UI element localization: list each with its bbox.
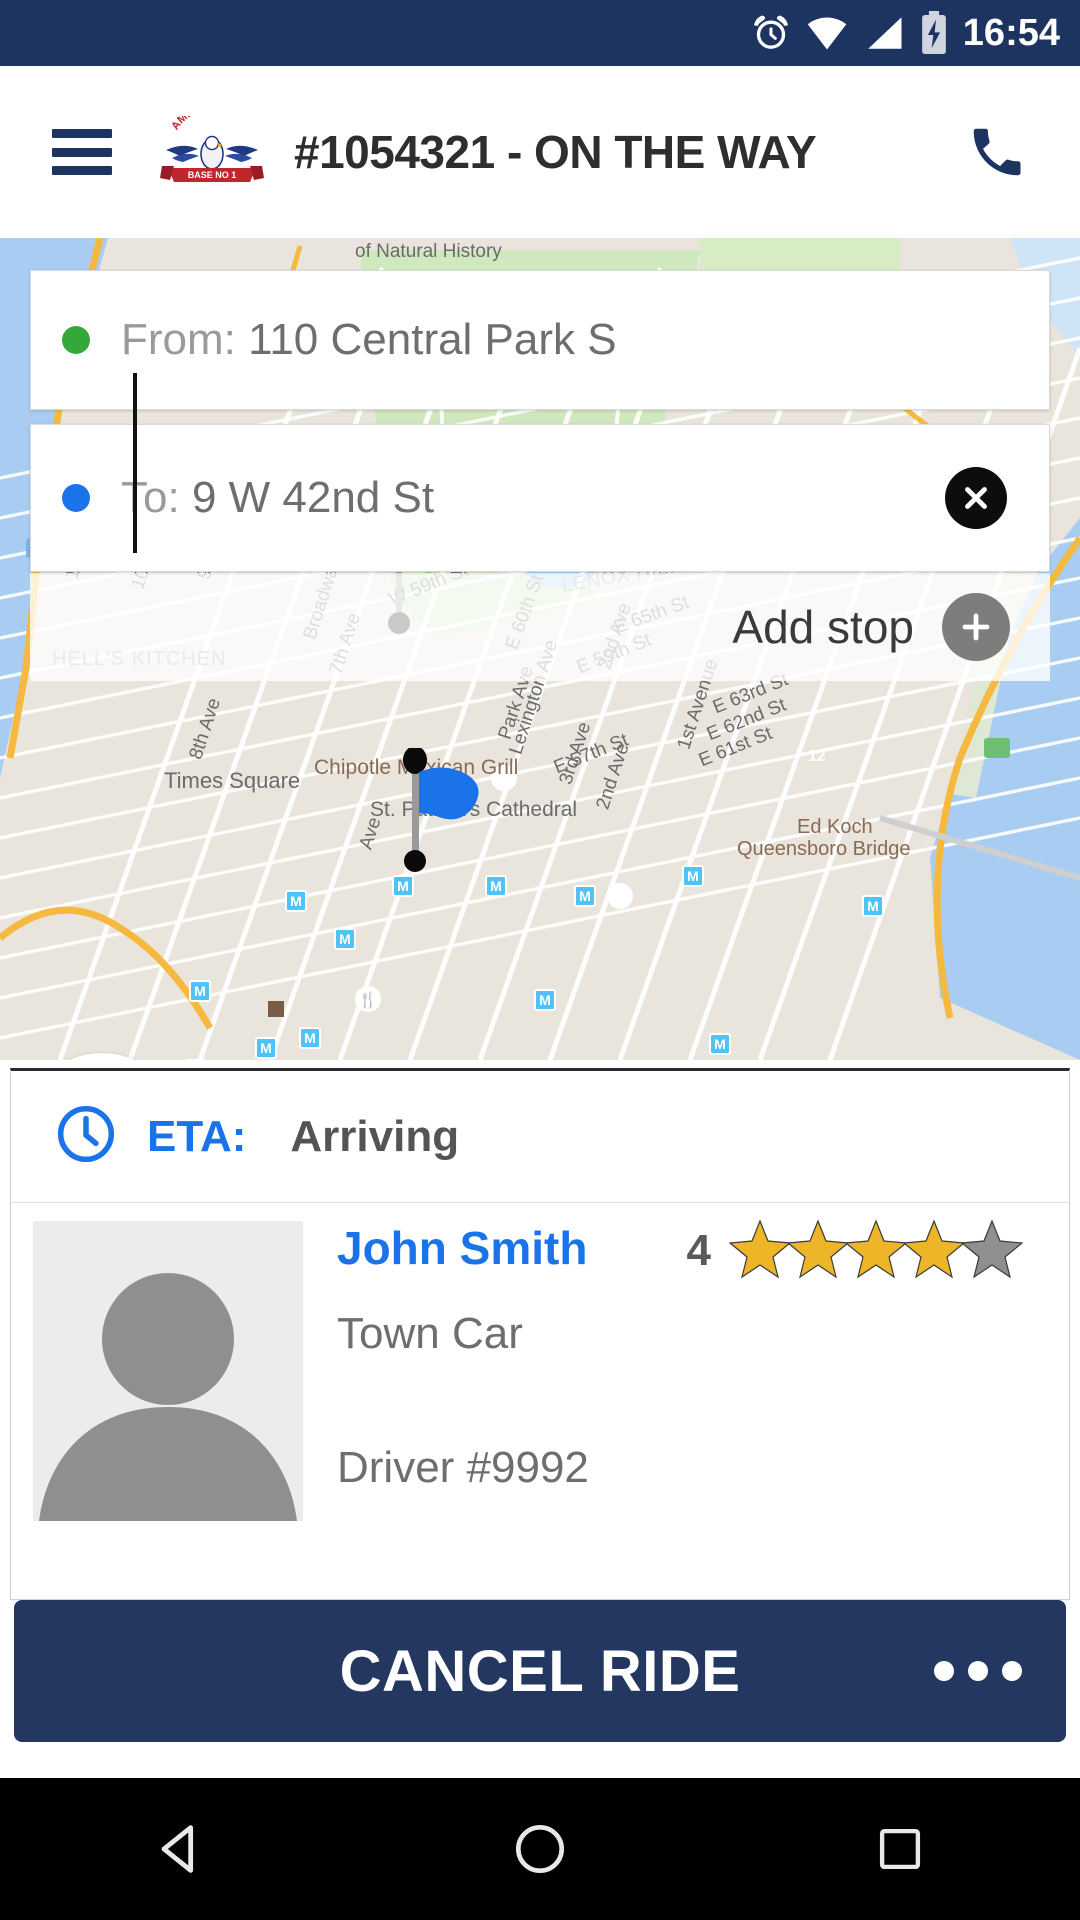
svg-text:M: M <box>290 893 302 909</box>
to-address-text: To: 9 W 42nd St <box>121 473 434 523</box>
status-bar-clock: 16:54 <box>962 11 1060 54</box>
to-dot-column <box>31 484 121 512</box>
svg-text:M: M <box>579 888 591 904</box>
svg-text:M: M <box>304 1030 316 1046</box>
svg-text:AMERICAN: AMERICAN <box>169 116 231 132</box>
nav-back-button[interactable] <box>120 1789 240 1909</box>
svg-text:M: M <box>714 1036 726 1052</box>
driver-info: John Smith 4 Town Car Driver #9992 <box>303 1219 1069 1521</box>
app-root: 16:54 AMERICAN <box>0 0 1080 1920</box>
from-dot-column <box>31 326 121 354</box>
dropoff-flag-marker <box>394 746 494 883</box>
clear-destination-button[interactable] <box>945 467 1007 529</box>
driver-id: Driver #9992 <box>337 1443 589 1492</box>
dropoff-dot-icon <box>62 484 90 512</box>
page-title: #1054321 - ON THE WAY <box>294 126 817 178</box>
rating-number: 4 <box>686 1225 711 1275</box>
close-icon <box>965 487 987 509</box>
ride-details-card: ETA: Arriving John Smith 4 Town Car Driv… <box>10 1068 1070 1600</box>
phone-icon[interactable] <box>962 117 1032 187</box>
svg-text:M: M <box>867 898 879 914</box>
cancel-ride-button[interactable]: CANCEL RIDE <box>14 1600 1066 1742</box>
square-recents-icon <box>879 1828 921 1870</box>
trip-to-row[interactable]: To: 9 W 42nd St <box>30 424 1050 572</box>
vehicle-type: Town Car <box>337 1309 523 1358</box>
from-address-value: 110 Central Park S <box>248 315 617 364</box>
trip-from-row[interactable]: From: 110 Central Park S <box>30 270 1050 410</box>
hamburger-menu-icon[interactable] <box>52 129 112 175</box>
driver-avatar <box>33 1221 303 1521</box>
svg-text:M: M <box>539 992 551 1008</box>
eta-row: ETA: Arriving <box>11 1071 1069 1203</box>
nav-recents-button[interactable] <box>840 1789 960 1909</box>
battery-charging-icon <box>919 11 949 55</box>
from-label: From: <box>121 315 236 364</box>
circle-home-icon <box>515 1824 565 1874</box>
to-label: To: <box>121 473 180 522</box>
rating-stars <box>728 1217 1049 1284</box>
svg-text:M: M <box>260 1040 272 1056</box>
svg-text:BASE NO 1: BASE NO 1 <box>188 170 237 180</box>
to-address-value: 9 W 42nd St <box>191 473 435 522</box>
signal-icon <box>863 14 905 52</box>
eta-label: ETA: <box>147 1111 247 1161</box>
triangle-back-icon <box>161 1825 194 1873</box>
svg-text:M: M <box>194 983 206 999</box>
route-connector-line <box>133 373 137 553</box>
eta-value: Arriving <box>290 1111 460 1161</box>
wifi-icon <box>805 14 849 52</box>
svg-text:M: M <box>687 868 699 884</box>
more-horizontal-icon[interactable] <box>934 1661 1022 1681</box>
pickup-dot-icon <box>62 326 90 354</box>
android-nav-bar <box>0 1778 1080 1920</box>
driver-row[interactable]: John Smith 4 Town Car Driver #9992 <box>11 1203 1069 1521</box>
svg-text:🍴: 🍴 <box>359 991 378 1009</box>
app-bar: AMERICAN BASE NO 1 #1054321 - ON THE WAY <box>0 66 1080 238</box>
add-stop-label: Add stop <box>732 601 914 653</box>
american-eagle-logo: AMERICAN BASE NO 1 <box>158 101 266 188</box>
driver-rating: 4 <box>687 1217 1049 1284</box>
alarm-icon <box>751 13 791 53</box>
cancel-ride-label: CANCEL RIDE <box>339 1638 741 1704</box>
nav-home-button[interactable] <box>480 1789 600 1909</box>
from-address-text: From: 110 Central Park S <box>121 315 617 365</box>
status-bar: 16:54 <box>0 0 1080 66</box>
plus-icon <box>942 593 1010 661</box>
add-stop-button[interactable]: Add stop <box>30 573 1050 681</box>
svg-text:M: M <box>339 931 351 947</box>
clock-icon <box>53 1101 119 1172</box>
trip-detail-cards: From: 110 Central Park S To: 9 W 42nd St <box>30 270 1050 572</box>
